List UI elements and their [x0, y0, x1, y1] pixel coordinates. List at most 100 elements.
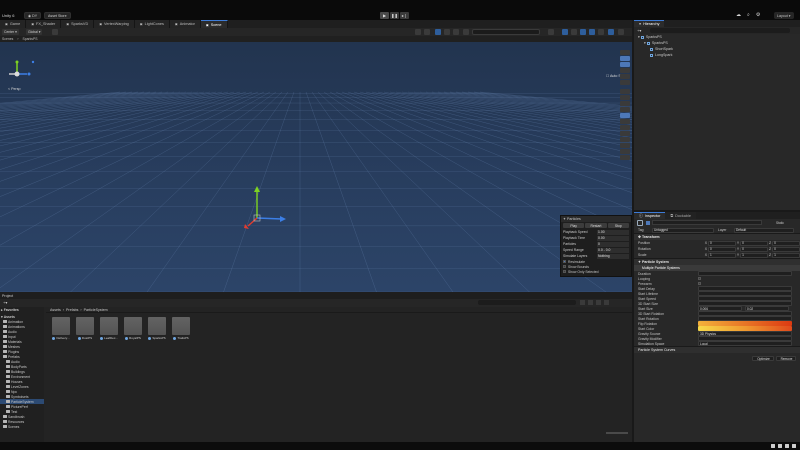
status-icon-1[interactable] — [771, 444, 775, 448]
gizmos-icon[interactable] — [463, 29, 469, 35]
add-icon[interactable]: +▾ — [637, 28, 641, 33]
asset-store-button[interactable]: Asset Store — [44, 12, 71, 19]
transform-rot-x[interactable]: 0 — [707, 246, 736, 252]
transform-rot-z[interactable]: 0 — [772, 246, 800, 252]
tool-icon-5[interactable] — [589, 29, 595, 35]
search-icon[interactable]: ⌕ — [747, 12, 750, 18]
tool-icon-4[interactable] — [580, 29, 586, 35]
effects-toggle-icon[interactable] — [453, 29, 459, 35]
layout-dropdown[interactable]: Layout ▾ — [774, 12, 794, 19]
filter-icon[interactable] — [580, 300, 585, 305]
particle-restart-button[interactable]: Restart — [585, 223, 607, 228]
transform-scale-z[interactable]: 1 — [772, 252, 800, 258]
path-item[interactable]: ParticleSystem — [84, 308, 108, 312]
tab-scene[interactable]: ▣ Scene — [200, 20, 228, 28]
project-add-icon[interactable]: +▾ — [3, 300, 7, 305]
layer-dropdown[interactable]: Default — [734, 227, 794, 233]
scene-tool-8[interactable] — [620, 101, 630, 106]
asset-thumbnail[interactable] — [52, 317, 70, 335]
particle-play-button[interactable]: Play — [563, 223, 585, 228]
scene-tool-10[interactable] — [620, 113, 630, 118]
asset-thumbnail[interactable] — [124, 317, 142, 335]
particle-checkbox[interactable] — [563, 270, 566, 273]
particle-row-value[interactable]: 0 — [597, 241, 629, 247]
scene-tool-17[interactable] — [620, 155, 630, 160]
grid-snap-icon[interactable] — [52, 29, 58, 35]
step-button[interactable]: ▸❘ — [400, 12, 409, 19]
asset-thumbnail[interactable] — [76, 317, 94, 335]
scene-tool-4[interactable] — [620, 74, 630, 79]
tab-lightcones[interactable]: ▣ LightCones — [134, 20, 170, 28]
scene-tool-16[interactable] — [620, 149, 630, 154]
inspector-tab[interactable]: ⓘ Inspector — [634, 212, 666, 219]
tool-icon-7[interactable] — [608, 29, 614, 35]
simulation-space-dropdown[interactable]: Local — [698, 341, 792, 346]
object-name-field[interactable] — [652, 220, 762, 225]
scene-tool-15[interactable] — [620, 143, 630, 148]
account-button[interactable]: ◉ DY — [24, 12, 42, 19]
particle-stop-button[interactable]: Stop — [607, 223, 629, 228]
asset-item[interactable]: Delivery... — [52, 317, 70, 340]
hierarchy-tab[interactable]: ≡ Hierarchy — [634, 20, 665, 27]
particle-row-value[interactable]: 0.00 — [597, 235, 629, 241]
gear-icon[interactable]: ⚙ — [756, 12, 760, 18]
expand-arrow-icon[interactable]: ▾ — [644, 41, 646, 45]
asset-thumbnail[interactable] — [172, 317, 190, 335]
scene-search-input[interactable] — [472, 29, 540, 35]
tab-fx_shader[interactable]: ▣ FX_Shader — [26, 20, 62, 28]
play-button[interactable]: ▶ — [380, 12, 389, 19]
lighting-toggle-icon[interactable] — [435, 29, 441, 35]
transform-scale-y[interactable]: 1 — [740, 252, 769, 258]
asset-item[interactable]: RoyalPS — [124, 317, 142, 340]
scene-tool-0[interactable] — [620, 50, 630, 55]
path-item[interactable]: Assets — [50, 308, 61, 312]
scene-tool-1[interactable] — [620, 56, 630, 61]
active-checkbox[interactable] — [646, 221, 650, 225]
transform-rot-y[interactable]: 0 — [740, 246, 769, 252]
asset-item[interactable]: LeafDec... — [100, 317, 118, 340]
asset-item[interactable]: DustPS — [76, 317, 94, 340]
tool-icon-2[interactable] — [562, 29, 568, 35]
scene-viewport[interactable]: < Persp ☐ Auto Save — [0, 42, 632, 292]
scene-tool-2[interactable] — [620, 62, 630, 67]
scene-tool-11[interactable] — [620, 119, 630, 124]
particle-check-row[interactable]: Show Only Selected — [561, 269, 631, 274]
tab-sparksvd[interactable]: ▣ SparksVD — [61, 20, 95, 28]
hierarchy-item[interactable]: LongSpark — [634, 52, 800, 58]
transform-header[interactable]: ✥ Transform — [634, 233, 800, 240]
project-tab[interactable]: Project — [2, 294, 13, 298]
static-toggle[interactable]: Static — [776, 221, 784, 225]
curves-header[interactable]: Particle System Curves — [634, 346, 800, 353]
path-item[interactable]: Prefabs — [66, 308, 78, 312]
audio-toggle-icon[interactable] — [444, 29, 450, 35]
transform-pos-z[interactable]: 0 — [772, 240, 800, 246]
scene-tool-3[interactable] — [620, 68, 630, 73]
tool-icon-6[interactable] — [598, 29, 604, 35]
global-local-dropdown[interactable]: Global ▾ — [26, 29, 43, 35]
particle-row-value[interactable]: Nothing — [597, 253, 629, 259]
status-icon-3[interactable] — [785, 444, 789, 448]
remove-button[interactable]: Remove — [776, 356, 796, 361]
transform-scale-x[interactable]: 1 — [707, 252, 736, 258]
zoom-slider[interactable] — [606, 432, 628, 434]
expand-arrow-icon[interactable]: ▾ — [638, 35, 640, 39]
particle-checkbox[interactable] — [563, 265, 566, 268]
scene-tool-12[interactable] — [620, 125, 630, 130]
ps-checkbox[interactable] — [698, 277, 701, 280]
asset-thumbnail[interactable] — [100, 317, 118, 335]
scene-tool-9[interactable] — [620, 107, 630, 112]
tab-game[interactable]: ▣ Game — [0, 20, 27, 28]
asset-item[interactable]: TrailsPS — [172, 317, 190, 340]
star-icon[interactable] — [596, 300, 601, 305]
scene-tool-14[interactable] — [620, 137, 630, 142]
tab-animator[interactable]: ▣ Animator — [169, 20, 201, 28]
ps-checkbox[interactable] — [698, 282, 701, 285]
label-icon[interactable] — [588, 300, 593, 305]
scene-tool-6[interactable] — [620, 89, 630, 94]
project-search-input[interactable] — [478, 300, 576, 305]
particle-row-value[interactable]: 1.00 — [597, 229, 629, 235]
pause-button[interactable]: ❚❚ — [390, 12, 399, 19]
hierarchy-search-input[interactable] — [650, 28, 790, 33]
tool-icon-3[interactable] — [571, 29, 577, 35]
particle-checkbox[interactable] — [563, 260, 566, 263]
